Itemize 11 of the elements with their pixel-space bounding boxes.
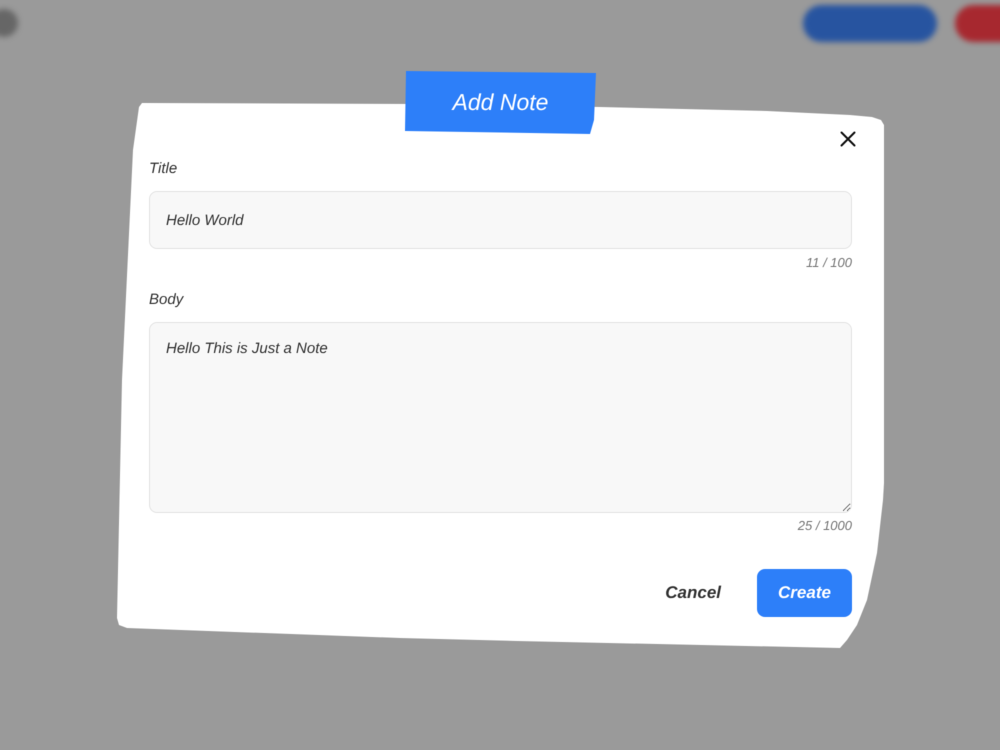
close-icon xyxy=(840,131,856,147)
field-label: Body xyxy=(149,290,185,310)
character-counter: 11 / 100 xyxy=(804,255,852,271)
cancel-button[interactable]: Cancel xyxy=(649,569,737,617)
create-button[interactable]: Create xyxy=(757,569,852,617)
title-input[interactable]: Hello World xyxy=(149,191,852,249)
character-counter: 25 / 1000 xyxy=(796,518,852,534)
field-label: Title xyxy=(149,159,178,179)
close-button[interactable] xyxy=(840,131,856,147)
body-textarea[interactable]: Hello This is Just a Note xyxy=(149,322,852,513)
dialog-title: Add Note xyxy=(405,70,596,134)
